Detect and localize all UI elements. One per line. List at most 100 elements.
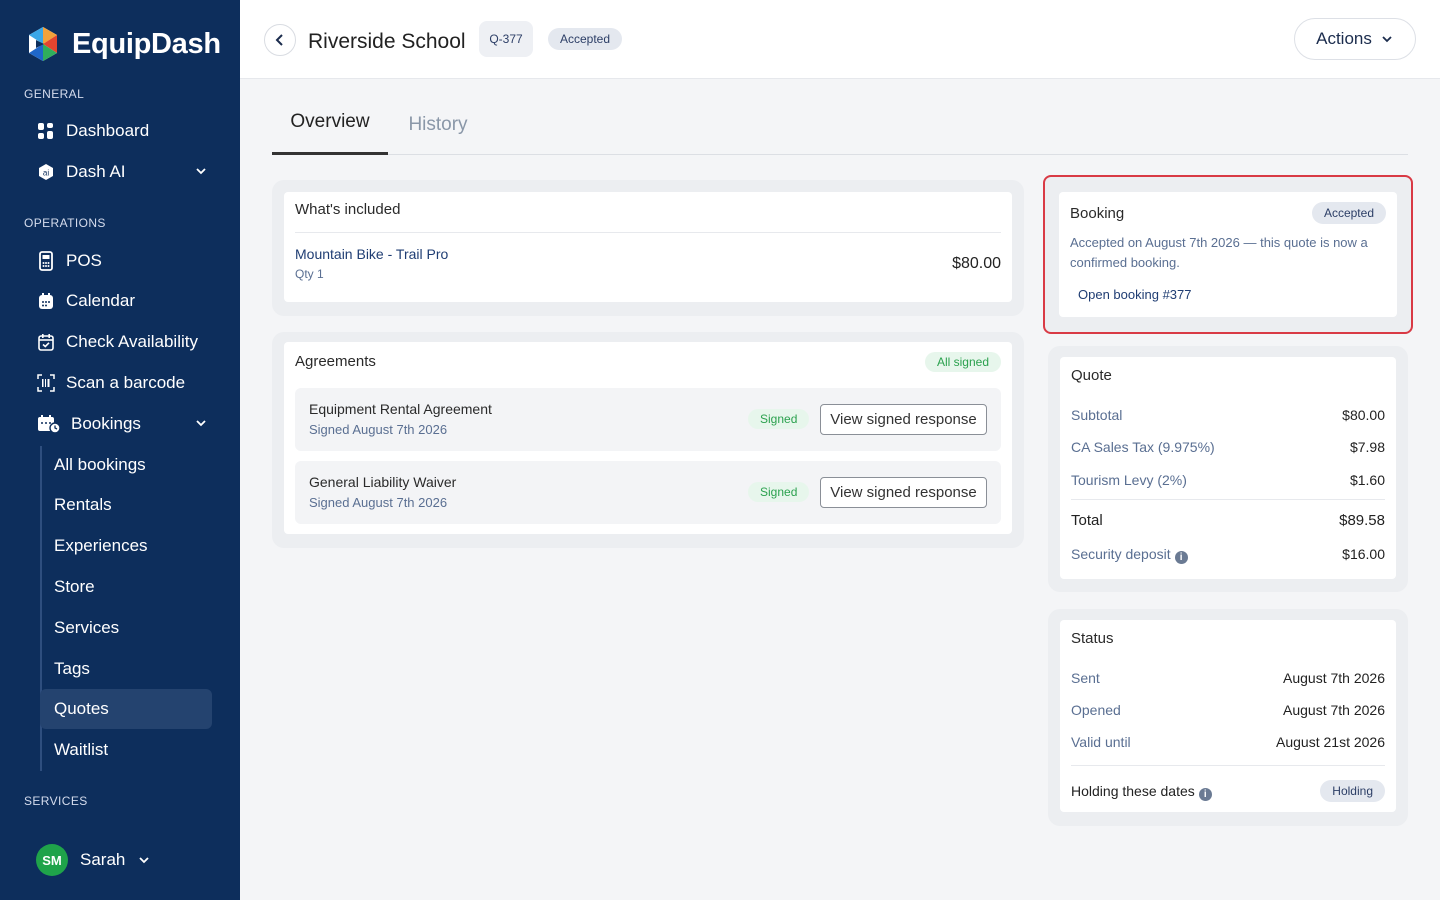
bookings-icon (36, 414, 61, 434)
sidebar-item-pos[interactable]: POS (36, 244, 216, 278)
open-booking-link[interactable]: Open booking #377 (1078, 287, 1191, 302)
status-panel: Status Sent August 7th 2026 Opened Augus… (1048, 609, 1408, 826)
included-item-qty: Qty 1 (295, 267, 324, 281)
barcode-scan-icon (36, 373, 56, 393)
agreement-date: Signed August 7th 2026 (309, 495, 448, 510)
signed-badge: Signed (748, 409, 810, 429)
status-row-value: August 7th 2026 (1283, 702, 1385, 718)
included-item-price: $80.00 (952, 255, 1001, 272)
brand-name: EquipDash (72, 27, 221, 60)
pos-terminal-icon (36, 251, 56, 271)
divider (1071, 765, 1385, 766)
brand[interactable]: EquipDash (24, 26, 221, 62)
sidebar-item-check-availability[interactable]: Check Availability (36, 325, 216, 359)
included-item-name[interactable]: Mountain Bike - Trail Pro (295, 246, 448, 262)
sidebar-subitem-rentals[interactable]: Rentals (40, 485, 212, 525)
status-row-label: Opened (1071, 702, 1121, 718)
status-row-value: August 7th 2026 (1283, 670, 1385, 686)
section-label-operations: OPERATIONS (24, 216, 106, 230)
actions-button-label: Actions (1316, 29, 1372, 48)
grid-icon (36, 121, 56, 141)
agreements-card: Agreements All signed Equipment Rental A… (284, 342, 1012, 534)
sidebar: EquipDash GENERAL Dashboard ai Dash AI O… (0, 0, 240, 900)
quote-total-label: Total (1071, 512, 1103, 529)
signed-badge: Signed (748, 482, 810, 502)
status-badge: Accepted (548, 28, 623, 50)
booking-card: Booking Accepted Accepted on August 7th … (1059, 192, 1397, 317)
quote-row-value: $7.98 (1349, 439, 1385, 455)
view-signed-response-button[interactable]: View signed response (820, 477, 987, 508)
actions-button[interactable]: Actions (1294, 18, 1416, 60)
sidebar-item-label: Dashboard (66, 121, 150, 140)
tab-overview[interactable]: Overview (272, 95, 388, 155)
sidebar-item-scan-barcode[interactable]: Scan a barcode (36, 366, 216, 400)
sidebar-subitem-experiences[interactable]: Experiences (40, 526, 212, 566)
holding-dates-label: Holding these dates (1071, 783, 1195, 799)
agreements-panel: Agreements All signed Equipment Rental A… (272, 332, 1024, 548)
status-row-value: August 21st 2026 (1276, 734, 1385, 750)
sidebar-item-label: Calendar (66, 291, 135, 310)
status-row-label: Sent (1071, 670, 1100, 686)
included-title: What's included (295, 201, 401, 218)
page-title: Riverside School (308, 30, 466, 53)
included-panel: What's included Mountain Bike - Trail Pr… (272, 180, 1024, 316)
included-card: What's included Mountain Bike - Trail Pr… (284, 192, 1012, 302)
booking-title: Booking (1070, 205, 1125, 222)
holding-badge: Holding (1320, 780, 1385, 802)
sidebar-subitem-all-bookings[interactable]: All bookings (40, 445, 212, 485)
agreements-title: Agreements (295, 353, 376, 370)
sidebar-subitem-quotes[interactable]: Quotes (40, 689, 212, 729)
sidebar-item-dashboard[interactable]: Dashboard (36, 114, 216, 148)
quote-row-label: CA Sales Tax (9.975%) (1071, 439, 1215, 455)
status-row-label: Valid until (1071, 734, 1131, 750)
info-icon[interactable]: i (1174, 551, 1188, 564)
chevron-left-icon (275, 34, 283, 46)
holding-dates-label-row: Holding these dates i (1071, 783, 1212, 801)
sidebar-item-dash-ai[interactable]: ai Dash AI (36, 155, 216, 189)
sidebar-item-bookings[interactable]: Bookings (36, 407, 216, 441)
sidebar-item-label: POS (66, 251, 102, 270)
view-signed-response-button[interactable]: View signed response (820, 404, 987, 435)
security-deposit-value: $16.00 (1342, 546, 1385, 562)
quote-panel: Quote Subtotal $80.00 CA Sales Tax (9.97… (1048, 346, 1408, 592)
info-icon[interactable]: i (1198, 788, 1212, 801)
divider (295, 232, 1001, 233)
security-deposit-label-row: Security deposit i (1071, 546, 1188, 564)
sidebar-subitem-tags[interactable]: Tags (40, 649, 212, 689)
back-button[interactable] (264, 24, 296, 56)
booking-message: Accepted on August 7th 2026 — this quote… (1070, 235, 1368, 270)
chevron-down-icon[interactable] (137, 853, 151, 867)
quote-row-value: $1.60 (1349, 472, 1385, 488)
quote-row-value: $80.00 (1342, 407, 1385, 423)
booking-panel: Booking Accepted Accepted on August 7th … (1043, 175, 1413, 334)
chevron-down-icon[interactable] (194, 416, 208, 430)
all-signed-badge: All signed (924, 352, 1001, 372)
calendar-icon (36, 291, 56, 311)
tab-history[interactable]: History (398, 95, 478, 155)
equipdash-logo-icon (29, 27, 57, 61)
sidebar-item-calendar[interactable]: Calendar (36, 284, 216, 318)
quote-row-label: Tourism Levy (2%) (1071, 472, 1187, 488)
avatar: SM (36, 844, 68, 876)
chevron-down-icon (1382, 36, 1392, 43)
chevron-down-icon[interactable] (194, 164, 208, 178)
agreement-row: Equipment Rental Agreement Signed August… (295, 388, 1001, 451)
page-header: Riverside School Q-377 Accepted Actions (240, 0, 1440, 79)
sidebar-subitem-services[interactable]: Services (40, 608, 212, 648)
security-deposit-label: Security deposit (1071, 546, 1171, 562)
tab-bar: Overview History (272, 95, 1408, 155)
sidebar-subitem-store[interactable]: Store (40, 567, 212, 607)
sidebar-subitem-waitlist[interactable]: Waitlist (40, 730, 212, 770)
quote-total-value: $89.58 (1339, 512, 1385, 529)
quote-card: Quote Subtotal $80.00 CA Sales Tax (9.97… (1060, 357, 1396, 579)
status-card: Status Sent August 7th 2026 Opened Augus… (1060, 620, 1396, 812)
user-menu[interactable]: SM Sarah (36, 844, 151, 876)
user-name: Sarah (80, 850, 126, 869)
shield-icon: ai (36, 162, 56, 182)
section-label-general: GENERAL (24, 87, 85, 101)
divider (1071, 499, 1385, 500)
sidebar-item-label: Scan a barcode (66, 373, 186, 392)
quote-title: Quote (1071, 367, 1112, 384)
calendar-check-icon (36, 332, 56, 352)
agreement-row: General Liability Waiver Signed August 7… (295, 461, 1001, 524)
